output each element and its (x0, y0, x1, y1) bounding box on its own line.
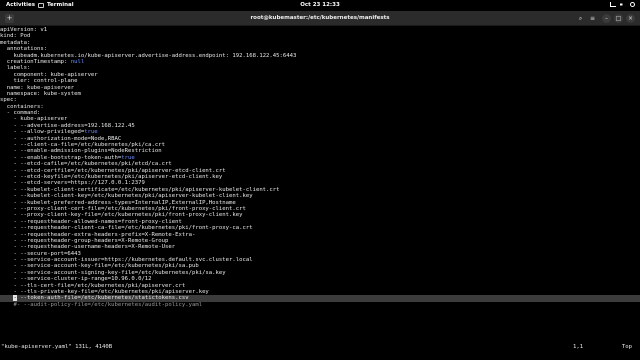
cursor-position: 1,1 (573, 344, 584, 350)
scroll-percent: Top (621, 344, 632, 350)
comment-line: #- --audit-policy-file=/etc/kubernetes/a… (0, 301, 203, 308)
gnome-top-bar: Activities Terminal Oct 23 12:33 (0, 0, 640, 11)
minimize-icon[interactable]: – (602, 14, 611, 23)
maximize-icon[interactable]: □ (614, 14, 623, 23)
hamburger-menu-icon[interactable]: ≡ (588, 14, 597, 23)
terminal-window: + root@kubemaster:/etc/kubernetes/manife… (0, 11, 640, 360)
network-icon (610, 2, 616, 7)
vim-status-line: "kube-apiserver.yaml" 131L, 4140B 1,1 To… (0, 344, 640, 352)
search-icon[interactable]: ⌕ (576, 14, 585, 23)
file-info: "kube-apiserver.yaml" 131L, 4140B (1, 344, 113, 350)
window-title: root@kubemaster:/etc/kubernetes/manifest… (250, 15, 390, 21)
close-icon[interactable]: × (626, 14, 635, 23)
clock[interactable]: Oct 23 12:33 (0, 2, 640, 8)
system-tray[interactable] (610, 2, 635, 7)
volume-icon (620, 2, 626, 7)
terminal-header: + root@kubemaster:/etc/kubernetes/manife… (0, 11, 640, 26)
power-icon (630, 2, 635, 7)
vim-buffer[interactable]: apiVersion: v1 kind: Pod metadata: annotat… (0, 27, 640, 360)
